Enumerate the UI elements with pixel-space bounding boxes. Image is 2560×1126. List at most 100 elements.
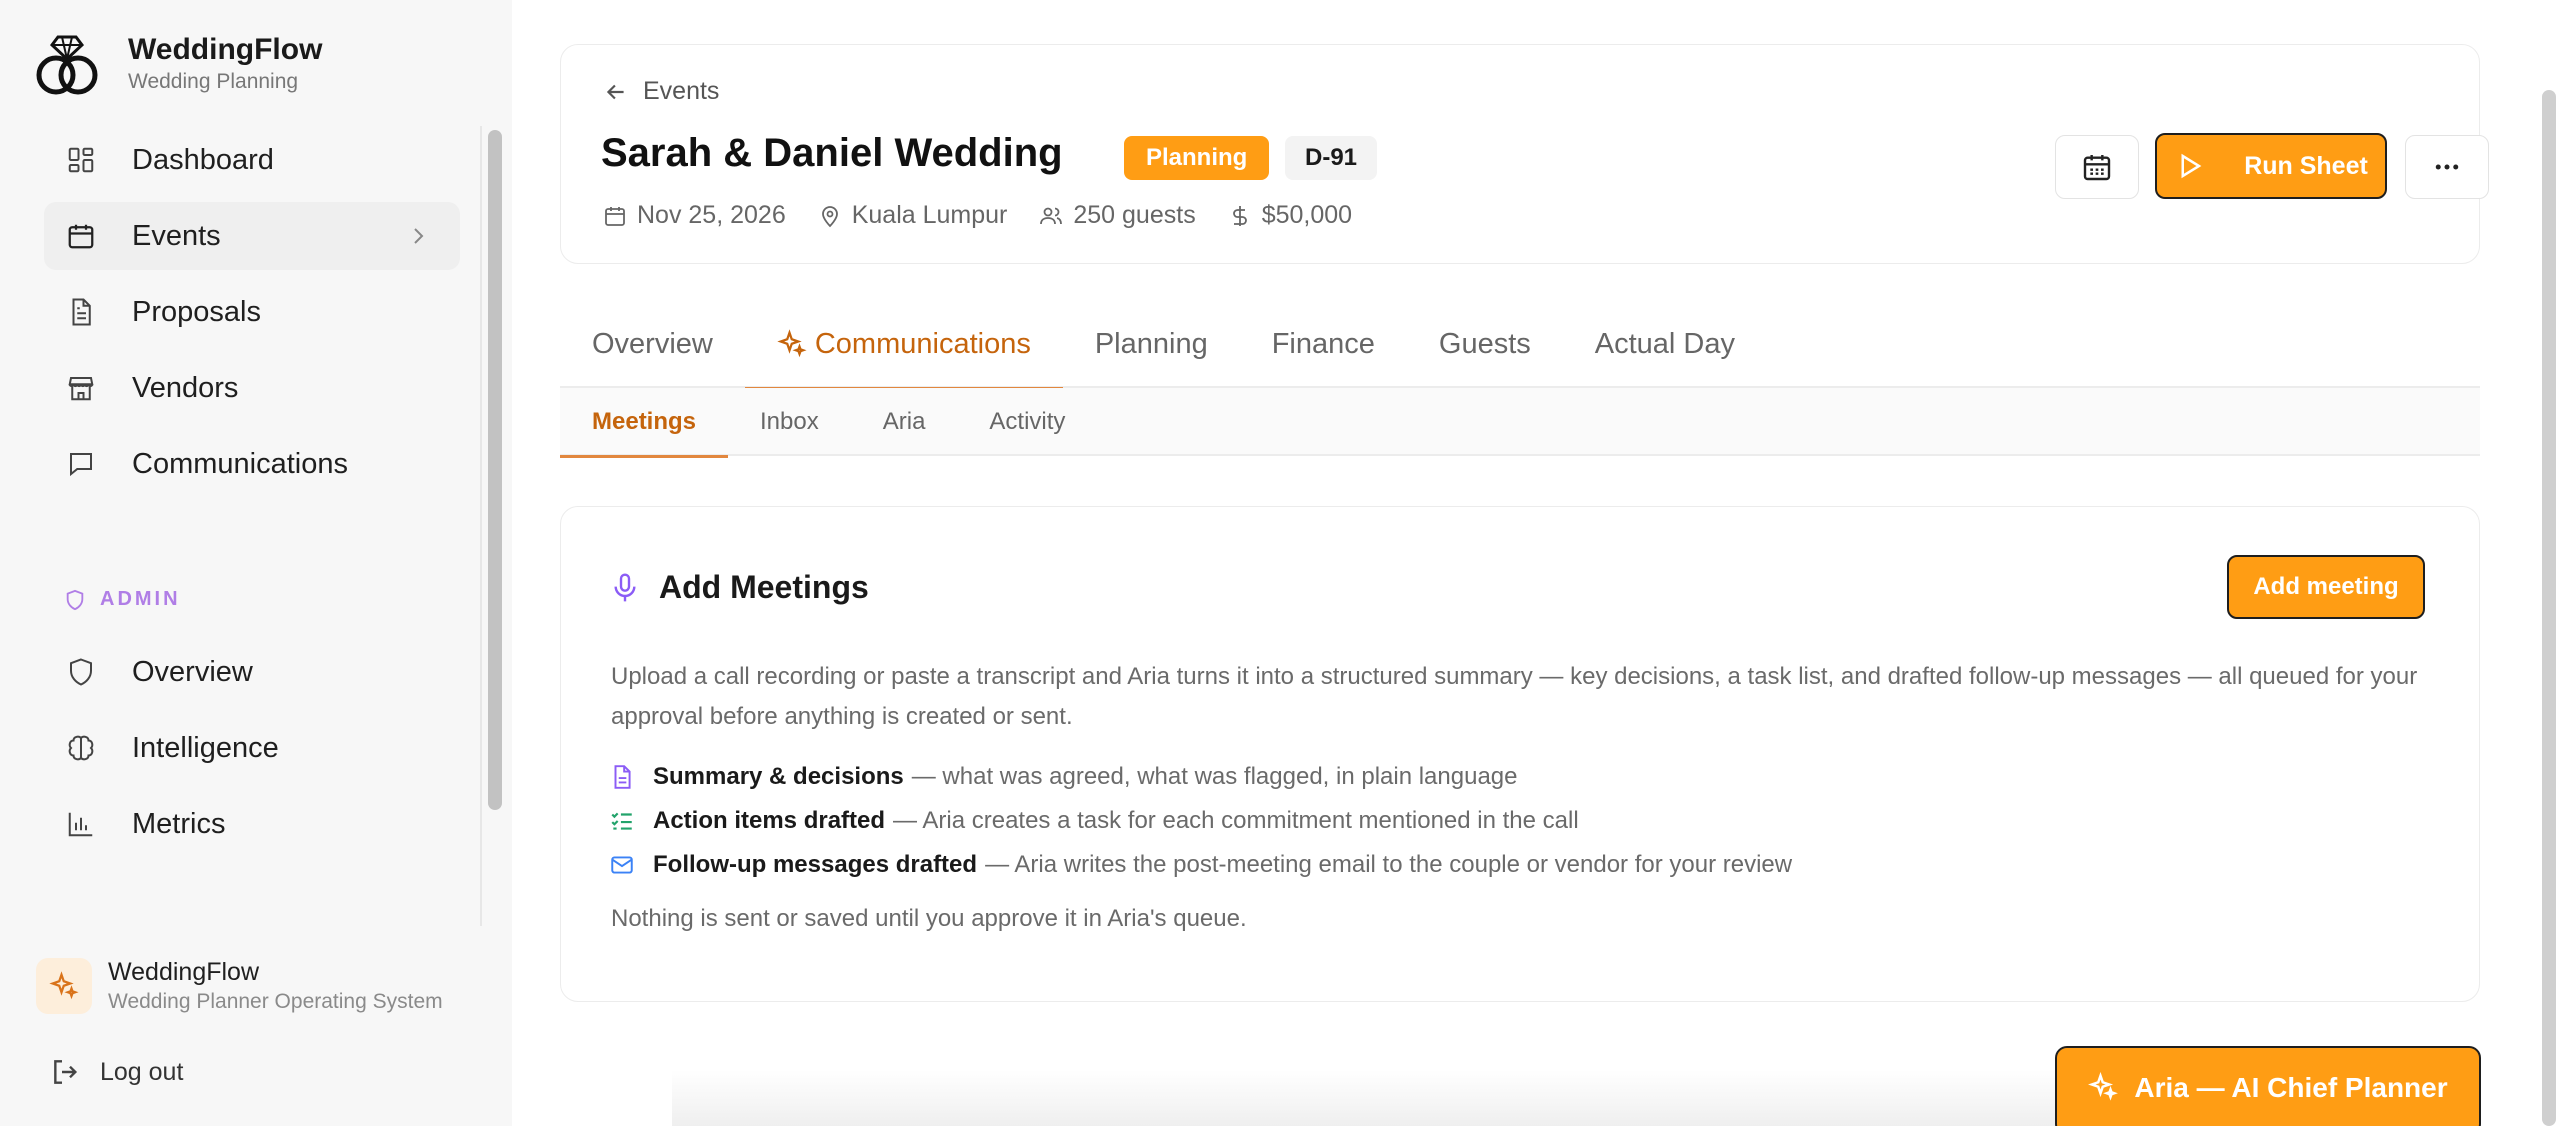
admin-nav: Overview Intelligence Metrics <box>44 638 460 866</box>
sidebar-item-label: Events <box>132 219 221 252</box>
feature-list: Summary & decisions — what was agreed, w… <box>609 755 1792 887</box>
sidebar-item-vendors[interactable]: Vendors <box>44 354 460 422</box>
page-title: Sarah & Daniel Wedding <box>601 131 1063 175</box>
sidebar-item-dashboard[interactable]: Dashboard <box>44 126 460 194</box>
event-location: Kuala Lumpur <box>818 201 1008 230</box>
event-tabs: Overview Communications Planning Finance… <box>560 300 2480 390</box>
event-budget: $50,000 <box>1228 201 1352 230</box>
event-guests-text: 250 guests <box>1073 201 1196 229</box>
aria-button-label: Aria — AI Chief Planner <box>2134 1072 2448 1103</box>
tab-label: Communications <box>814 327 1031 360</box>
subtab-inbox[interactable]: Inbox <box>728 388 851 456</box>
feature-description: — Aria creates a task for each commitmen… <box>893 807 1579 834</box>
event-budget-text: $50,000 <box>1261 201 1353 229</box>
dollar-icon <box>1232 205 1247 226</box>
list-item: Action items drafted — Aria creates a ta… <box>609 799 1792 843</box>
logout-label: Log out <box>100 1057 184 1086</box>
sparkle-icon <box>2088 1072 2119 1101</box>
calendar-grid-icon <box>2083 155 2111 181</box>
sidebar-item-label: Metrics <box>132 807 226 840</box>
brand[interactable]: WeddingFlow Wedding Planning <box>32 32 322 96</box>
calendar-icon <box>605 206 625 226</box>
meetings-card: Add Meetings Add meeting Upload a call r… <box>560 506 2480 1002</box>
workspace-title: WeddingFlow <box>108 958 260 986</box>
sidebar-divider <box>480 126 482 926</box>
sidebar-item-communications[interactable]: Communications <box>44 430 460 498</box>
feature-title: Follow-up messages drafted <box>653 851 978 878</box>
brand-subtitle: Wedding Planning <box>128 70 299 93</box>
admin-section-label: ADMIN <box>64 588 181 611</box>
mail-icon <box>611 856 633 874</box>
more-options-button[interactable] <box>2405 135 2489 199</box>
more-horizontal-icon <box>2435 164 2459 170</box>
chevron-right-icon <box>414 228 424 244</box>
map-pin-icon <box>821 205 838 227</box>
feature-title: Action items drafted <box>653 807 886 834</box>
tab-planning[interactable]: Planning <box>1063 300 1240 388</box>
brand-title: WeddingFlow <box>128 33 323 66</box>
subtab-activity[interactable]: Activity <box>957 388 1097 456</box>
tab-overview[interactable]: Overview <box>560 300 745 388</box>
approval-note: Nothing is sent or saved until you appro… <box>611 905 1247 932</box>
meetings-description: Upload a call recording or paste a trans… <box>611 663 2418 730</box>
add-meeting-button[interactable]: Add meeting <box>2227 555 2425 619</box>
event-header-card: Events Sarah & Daniel Wedding Planning D… <box>560 44 2489 264</box>
rings-logo-icon <box>36 35 98 95</box>
tab-guests[interactable]: Guests <box>1407 300 1563 388</box>
sparkle-icon <box>777 329 807 358</box>
sidebar: WeddingFlow Wedding Planning Dashboard E… <box>0 0 512 1126</box>
users-icon <box>1040 207 1063 224</box>
admin-label-text: ADMIN <box>100 588 181 610</box>
sidebar-scrollbar[interactable] <box>488 130 502 810</box>
tab-finance[interactable]: Finance <box>1240 300 1407 388</box>
list-item: Follow-up messages drafted — Aria writes… <box>609 843 1792 887</box>
shield-icon <box>66 589 84 610</box>
sidebar-item-events[interactable]: Events <box>44 202 460 270</box>
list-item: Summary & decisions — what was agreed, w… <box>609 755 1792 799</box>
meetings-heading: Add Meetings <box>609 569 869 606</box>
sidebar-item-label: Intelligence <box>132 731 279 764</box>
workspace-card[interactable]: WeddingFlow Wedding Planner Operating Sy… <box>36 956 443 1016</box>
subtab-meetings[interactable]: Meetings <box>560 388 729 458</box>
main-scrollbar[interactable] <box>2542 90 2556 1126</box>
logout-icon <box>54 1060 78 1084</box>
bottom-fade <box>672 1070 2072 1126</box>
sidebar-item-overview[interactable]: Overview <box>44 638 460 706</box>
main-nav: Dashboard Events Proposals Vendors Commu… <box>44 126 460 506</box>
feature-description: — Aria writes the post-meeting email to … <box>985 851 1793 878</box>
sidebar-item-label: Dashboard <box>132 143 274 176</box>
sidebar-item-metrics[interactable]: Metrics <box>44 790 460 858</box>
aria-chief-planner-button[interactable]: Aria — AI Chief Planner <box>2055 1046 2481 1126</box>
bar-chart-icon <box>64 807 98 841</box>
back-to-events-link[interactable]: Events <box>603 77 719 106</box>
status-badge: Planning <box>1124 136 1270 180</box>
chat-icon <box>64 447 98 481</box>
play-icon <box>2181 153 2202 179</box>
microphone-icon <box>614 572 636 601</box>
feature-title: Summary & decisions <box>653 763 904 790</box>
sidebar-item-intelligence[interactable]: Intelligence <box>44 714 460 782</box>
countdown-badge: D-91 <box>1285 136 1378 180</box>
document-icon <box>64 295 98 329</box>
sidebar-item-proposals[interactable]: Proposals <box>44 278 460 346</box>
feature-description: — what was agreed, what was flagged, in … <box>911 763 1518 790</box>
event-date: Nov 25, 2026 <box>603 201 786 230</box>
run-sheet-label: Run Sheet <box>2244 151 2368 180</box>
calendar-button[interactable] <box>2055 135 2139 199</box>
dashboard-icon <box>64 143 98 177</box>
logout-button[interactable]: Log out <box>50 1056 183 1088</box>
subtab-aria[interactable]: Aria <box>851 388 958 456</box>
brain-icon <box>64 731 98 765</box>
sidebar-item-label: Vendors <box>132 371 239 404</box>
event-location-text: Kuala Lumpur <box>851 201 1008 229</box>
checklist-icon <box>611 812 632 830</box>
workspace-subtitle: Wedding Planner Operating System <box>108 990 443 1013</box>
tab-actual-day[interactable]: Actual Day <box>1563 300 1767 388</box>
calendar-icon <box>64 219 98 253</box>
back-link-label: Events <box>643 77 720 105</box>
run-sheet-button[interactable]: Run Sheet <box>2155 133 2387 199</box>
meetings-title: Add Meetings <box>659 569 869 605</box>
arrow-left-icon <box>606 84 624 99</box>
sparkle-icon <box>36 958 92 1014</box>
tab-communications[interactable]: Communications <box>744 300 1063 390</box>
